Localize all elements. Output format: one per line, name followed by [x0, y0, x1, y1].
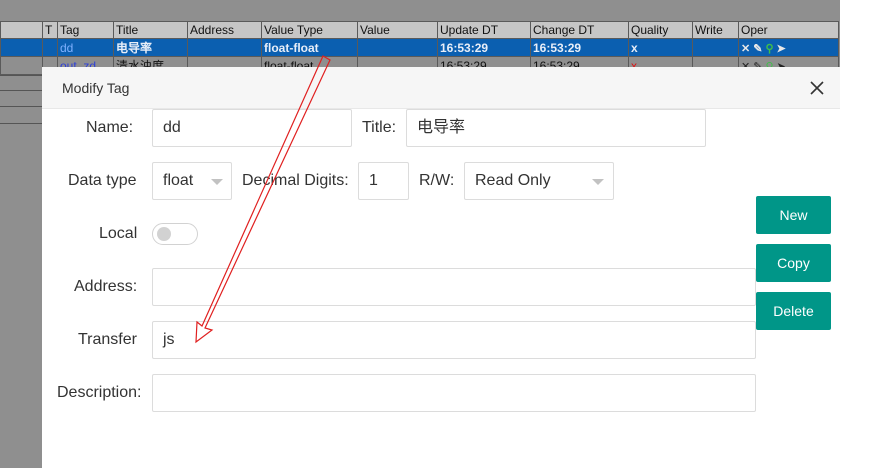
name-input[interactable]: dd — [152, 109, 352, 147]
row-t — [42, 38, 58, 57]
rw-value: Read Only — [475, 172, 551, 189]
header-quality[interactable]: Quality — [628, 21, 693, 39]
chevron-down-icon — [211, 179, 223, 185]
decimal-digits-input[interactable]: 1 — [358, 162, 409, 200]
datatype-value: float — [163, 172, 194, 189]
row-title: 电导率 — [113, 38, 188, 57]
toggle-knob — [157, 227, 171, 241]
table-header-row: T Tag Title Address Value Type Value Upd… — [0, 21, 839, 39]
local-label: Local — [99, 225, 138, 242]
header-write[interactable]: Write — [692, 21, 739, 39]
row-value — [357, 38, 438, 57]
row-value-type: float-float — [261, 38, 358, 57]
delete-button[interactable]: Delete — [756, 292, 831, 330]
row-address — [187, 38, 262, 57]
header-checkbox[interactable] — [0, 21, 43, 39]
local-toggle[interactable] — [152, 223, 198, 245]
description-input[interactable] — [152, 374, 756, 412]
datatype-label: Data type — [68, 172, 137, 189]
header-title[interactable]: Title — [113, 21, 188, 39]
new-button[interactable]: New — [756, 196, 831, 234]
close-icon[interactable]: ✕ — [741, 42, 750, 55]
table-row[interactable]: dd 电导率 float-float 16:53:29 16:53:29 x ✕… — [0, 38, 839, 57]
rw-label: R/W: — [419, 172, 455, 189]
row-write[interactable] — [692, 38, 739, 57]
transfer-input[interactable]: js — [152, 321, 756, 359]
header-oper: Oper — [738, 21, 839, 39]
header-value[interactable]: Value — [357, 21, 438, 39]
rw-select[interactable]: Read Only — [464, 162, 614, 200]
header-address[interactable]: Address — [187, 21, 262, 39]
header-update-dt[interactable]: Update DT — [437, 21, 531, 39]
address-label: Address: — [74, 278, 138, 295]
edit-icon[interactable]: ✎ — [753, 42, 762, 55]
title-input[interactable]: 电导率 — [406, 109, 706, 147]
description-label: Description: — [57, 384, 142, 401]
datatype-select[interactable]: float — [152, 162, 232, 200]
row-checkbox[interactable] — [0, 38, 43, 57]
copy-button[interactable]: Copy — [756, 244, 831, 282]
link-icon[interactable]: ⚲ — [765, 42, 773, 55]
row-checkbox[interactable] — [0, 56, 43, 75]
decimal-digits-label: Decimal Digits: — [242, 172, 349, 189]
name-label: Name: — [86, 119, 134, 136]
row-tag[interactable]: dd — [57, 38, 114, 57]
send-icon[interactable]: ➤ — [777, 42, 786, 55]
title-label: Title: — [362, 119, 397, 136]
row-change-dt: 16:53:29 — [530, 38, 629, 57]
chevron-down-icon — [592, 179, 604, 185]
header-change-dt[interactable]: Change DT — [530, 21, 629, 39]
row-quality: x — [628, 38, 693, 57]
modify-tag-dialog: Modify Tag Name: dd Title: 电导率 Data type… — [42, 67, 840, 468]
row-oper: ✕✎⚲ ➤ — [738, 38, 839, 57]
close-icon[interactable] — [808, 79, 826, 97]
transfer-label: Transfer — [78, 331, 137, 348]
dialog-title: Modify Tag — [62, 80, 130, 96]
row-update-dt: 16:53:29 — [437, 38, 531, 57]
address-input[interactable] — [152, 268, 756, 306]
header-t[interactable]: T — [42, 21, 58, 39]
header-tag[interactable]: Tag — [57, 21, 114, 39]
header-value-type[interactable]: Value Type — [261, 21, 358, 39]
dialog-header: Modify Tag — [42, 67, 840, 109]
